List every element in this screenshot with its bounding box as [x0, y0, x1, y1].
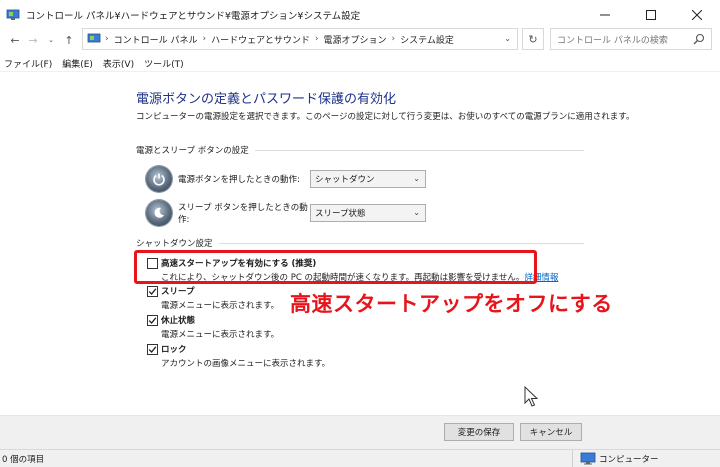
minimize-button[interactable] — [582, 0, 628, 30]
up-button[interactable]: ↑ — [60, 30, 78, 50]
main-content: 電源ボタンの定義とパスワード保護の有効化 コンピューターの電源設定を選択できます… — [0, 72, 720, 415]
arrow-left-icon: ← — [10, 33, 20, 47]
maximize-icon — [646, 10, 656, 20]
power-buttons-section-header: 電源とスリープ ボタンの設定 — [136, 144, 584, 156]
sleep-checkbox[interactable] — [147, 286, 158, 297]
option-description: アカウントの画像メニューに表示されます。 — [161, 359, 331, 369]
forward-button[interactable]: → — [24, 30, 42, 50]
arrow-right-icon: → — [28, 33, 38, 47]
breadcrumb-hardware-sound[interactable]: ハードウェアとサウンド — [211, 33, 310, 46]
option-description: 電源メニューに表示されます。 — [161, 301, 280, 311]
highlight-annotation-box — [134, 250, 537, 284]
mouse-cursor-icon — [524, 386, 539, 407]
sleep-button-select[interactable]: スリープ状態 ⌄ — [310, 204, 426, 222]
menu-tools[interactable]: ツール(T) — [144, 57, 184, 70]
checkmark-icon — [148, 317, 157, 324]
recent-locations-button[interactable]: ⌄ — [42, 30, 60, 50]
chevron-down-icon: ⌄ — [48, 36, 54, 44]
breadcrumb-separator: › — [391, 34, 396, 44]
maximize-button[interactable] — [628, 0, 674, 30]
refresh-button[interactable]: ↻ — [522, 28, 544, 50]
location-label: コンピューター — [599, 454, 659, 465]
status-bar: 0 個の項目 コンピューター — [0, 449, 720, 467]
divider — [254, 149, 584, 151]
close-icon — [692, 10, 702, 20]
sleep-option: スリープ 電源メニューに表示されます。 — [147, 285, 279, 311]
sleep-button-label: スリープ ボタンを押したときの動作: — [178, 203, 308, 225]
control-panel-icon — [6, 9, 20, 20]
lock-checkbox[interactable] — [147, 344, 158, 355]
menu-edit[interactable]: 編集(E) — [62, 57, 93, 70]
close-button[interactable] — [674, 0, 720, 30]
annotation-text: 高速スタートアップをオフにする — [290, 292, 613, 316]
checkmark-icon — [148, 346, 157, 353]
action-bar: 変更の保存 キャンセル — [0, 415, 720, 449]
option-description: 電源メニューに表示されます。 — [161, 330, 280, 340]
sleep-button-icon — [146, 200, 172, 226]
hibernate-checkbox[interactable] — [147, 315, 158, 326]
menu-bar: ファイル(F) 編集(E) 表示(V) ツール(T) — [0, 56, 720, 72]
option-title: 休止状態 — [161, 316, 196, 326]
control-panel-icon — [87, 33, 101, 43]
search-input[interactable]: コントロール パネルの検索 — [550, 28, 712, 50]
chevron-down-icon: ⌄ — [413, 208, 420, 217]
power-button-icon — [146, 166, 172, 192]
menu-file[interactable]: ファイル(F) — [4, 57, 52, 70]
minimize-icon — [600, 14, 610, 16]
divider — [218, 242, 584, 244]
navigation-bar: ← → ⌄ ↑ › コントロール パネル › ハードウェアとサウンド › 電源オ… — [0, 28, 720, 52]
status-location: コンピューター — [580, 452, 659, 465]
option-title: ロック — [161, 345, 187, 355]
breadcrumb-separator: › — [314, 34, 319, 44]
page-description: コンピューターの電源設定を選択できます。このページの設定に対して行う変更は、お使… — [136, 112, 635, 122]
page-title: 電源ボタンの定義とパスワード保護の有効化 — [136, 92, 397, 107]
save-changes-button[interactable]: 変更の保存 — [444, 423, 514, 441]
menu-view[interactable]: 表示(V) — [103, 57, 134, 70]
window-title: コントロール パネル¥ハードウェアとサウンド¥電源オプション¥システム設定 — [26, 11, 361, 22]
title-bar: コントロール パネル¥ハードウェアとサウンド¥電源オプション¥システム設定 — [0, 0, 720, 30]
back-button[interactable]: ← — [6, 30, 24, 50]
shutdown-section-header: シャットダウン設定 — [136, 237, 584, 249]
computer-icon — [580, 452, 596, 465]
option-title: スリープ — [161, 287, 195, 297]
cancel-button[interactable]: キャンセル — [520, 423, 582, 441]
breadcrumb-power-options[interactable]: 電源オプション — [324, 33, 387, 46]
divider — [572, 450, 573, 467]
breadcrumb-separator: › — [202, 34, 207, 44]
power-button-label: 電源ボタンを押したときの動作: — [178, 175, 300, 185]
refresh-icon: ↻ — [528, 32, 538, 46]
item-count: 0 個の項目 — [2, 454, 45, 465]
power-button-setting: 電源ボタンを押したときの動作: シャットダウン ⌄ — [146, 166, 426, 192]
address-bar[interactable]: › コントロール パネル › ハードウェアとサウンド › 電源オプション › シ… — [82, 28, 518, 50]
power-button-select[interactable]: シャットダウン ⌄ — [310, 170, 426, 188]
checkmark-icon — [148, 288, 157, 295]
section-title: シャットダウン設定 — [136, 239, 213, 249]
breadcrumb-control-panel[interactable]: コントロール パネル — [114, 33, 198, 46]
select-value: シャットダウン — [315, 175, 375, 185]
breadcrumb-separator: › — [105, 34, 109, 44]
section-title: 電源とスリープ ボタンの設定 — [136, 146, 249, 156]
address-dropdown-icon[interactable]: ⌄ — [504, 34, 511, 43]
search-icon — [693, 33, 705, 45]
select-value: スリープ状態 — [315, 209, 366, 219]
search-placeholder: コントロール パネルの検索 — [557, 35, 668, 46]
breadcrumb-system-settings[interactable]: システム設定 — [400, 33, 454, 46]
hibernate-option: 休止状態 電源メニューに表示されます。 — [147, 314, 279, 340]
sleep-button-setting: スリープ ボタンを押したときの動作: スリープ状態 ⌄ — [146, 200, 426, 226]
chevron-down-icon: ⌄ — [413, 174, 420, 183]
arrow-up-icon: ↑ — [64, 33, 74, 47]
lock-option: ロック アカウントの画像メニューに表示されます。 — [147, 343, 330, 369]
